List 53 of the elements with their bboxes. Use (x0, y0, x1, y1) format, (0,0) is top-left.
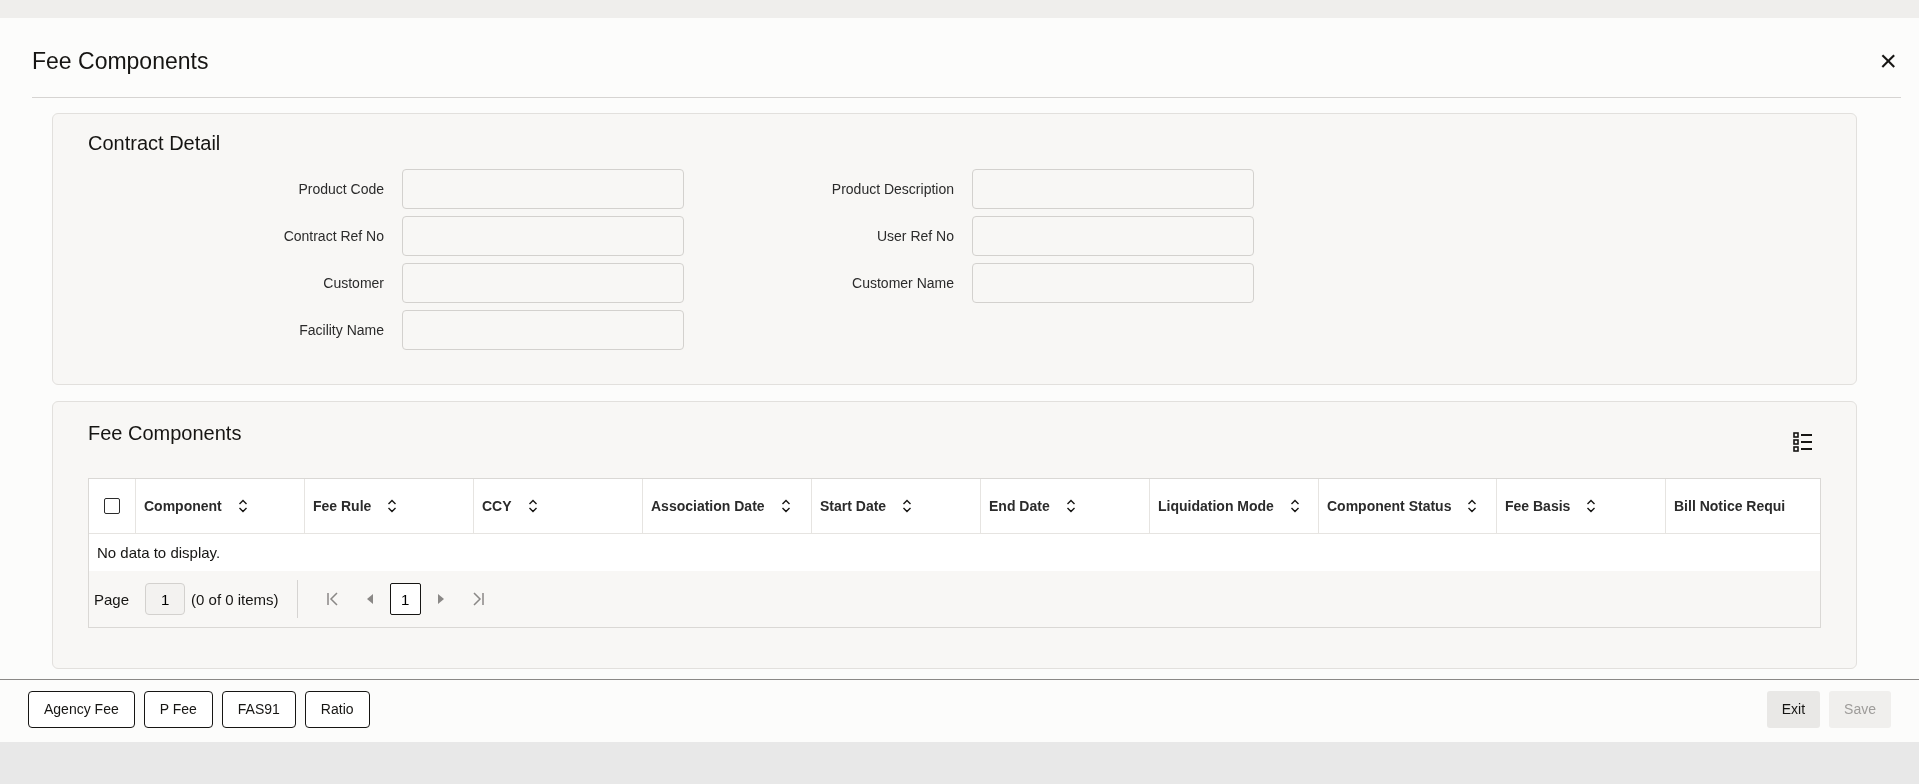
section-title: Contract Detail (88, 132, 221, 154)
checkbox[interactable] (104, 498, 120, 514)
field-label: Product Description (830, 181, 954, 197)
sort-icon[interactable] (780, 499, 791, 513)
sort-icon[interactable] (527, 499, 538, 513)
list-icon[interactable] (1793, 432, 1813, 452)
sort-icon[interactable] (1065, 499, 1076, 513)
field-label: Contract Ref No (282, 228, 384, 244)
sort-icon[interactable] (902, 499, 913, 513)
page-button[interactable]: 1 (389, 583, 421, 615)
input-field[interactable] (972, 169, 1254, 209)
sort-icon[interactable] (1467, 499, 1478, 513)
input-field[interactable] (972, 216, 1254, 256)
input-field[interactable] (972, 263, 1254, 303)
footer-button[interactable]: FAS91 (221, 690, 296, 728)
input-field[interactable] (402, 310, 684, 350)
sort-icon[interactable] (1289, 499, 1300, 513)
close-button[interactable]: × (1875, 43, 1901, 78)
section-title: Fee Components (88, 422, 242, 445)
field-label: User Ref No (875, 228, 954, 244)
column-header[interactable]: Bill Notice Requi (1674, 498, 1786, 514)
page-label: Page (94, 590, 130, 608)
field-label: Product Code (297, 181, 384, 197)
input-field[interactable] (402, 263, 684, 303)
input-field[interactable] (402, 216, 684, 256)
column-header[interactable]: CCY (482, 498, 512, 514)
window-title: Fee Components (32, 47, 209, 75)
field-label: Facility Name (298, 322, 384, 338)
column-header[interactable]: Component Status (1327, 498, 1452, 514)
field-label: Customer (322, 275, 384, 291)
column-header[interactable]: Association Date (651, 498, 765, 514)
column-header[interactable]: Fee Rule (313, 498, 372, 514)
last-page-icon[interactable] (470, 591, 485, 607)
column-header[interactable]: Liquidation Mode (1158, 498, 1274, 514)
input-field[interactable] (402, 169, 684, 209)
footer-button[interactable]: Ratio (304, 690, 370, 728)
column-header[interactable]: Start Date (820, 498, 887, 514)
sort-icon[interactable] (1586, 499, 1597, 513)
next-page-icon[interactable] (436, 594, 445, 604)
field-label: Customer Name (851, 275, 954, 291)
page-summary: (0 of 0 items) (191, 590, 279, 608)
page-input[interactable]: 1 (145, 583, 186, 615)
footer-button[interactable]: Agency Fee (28, 690, 135, 728)
column-header[interactable]: End Date (989, 498, 1050, 514)
first-page-icon[interactable] (325, 591, 340, 607)
column-header[interactable]: Component (144, 498, 222, 514)
footer-button[interactable]: Exit (1766, 690, 1821, 728)
sort-icon[interactable] (237, 499, 248, 513)
footer-button[interactable]: P Fee (143, 690, 213, 728)
column-header[interactable]: Fee Basis (1505, 498, 1571, 514)
sort-icon[interactable] (387, 499, 398, 513)
empty-message: No data to display. (97, 544, 221, 561)
previous-page-icon[interactable] (365, 594, 374, 604)
